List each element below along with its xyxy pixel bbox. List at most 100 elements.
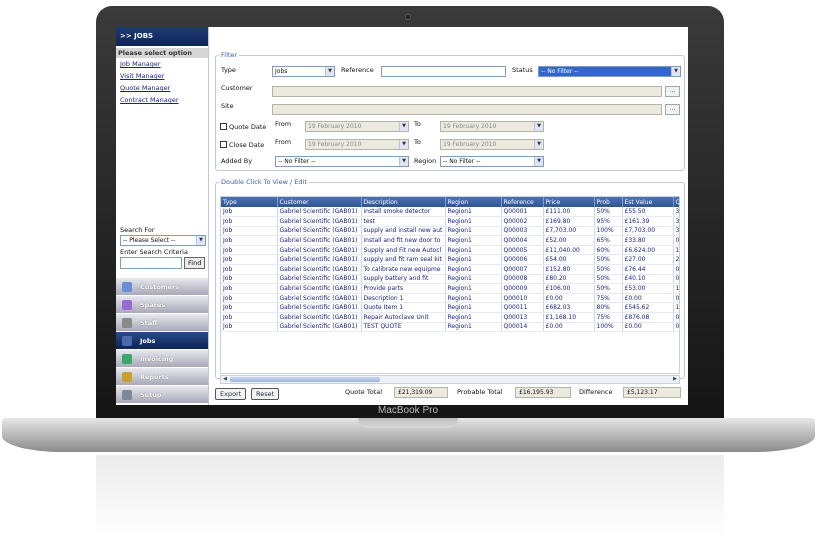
column-header[interactable]: Reference xyxy=(501,197,544,207)
table-cell: £11,040.00 xyxy=(543,245,595,256)
difference-value: £5,123.17 xyxy=(623,387,681,398)
sidebar-header: >> JOBS xyxy=(116,27,208,46)
chevron-down-icon[interactable]: ▼ xyxy=(325,67,334,76)
type-select[interactable]: Jobs ▼ xyxy=(272,66,335,77)
search-for-label: Search For xyxy=(120,226,155,234)
sidebar-link[interactable]: Quote Manager xyxy=(116,82,208,94)
region-select[interactable]: -- No Filter -- ▼ xyxy=(440,156,544,167)
scrollbar-thumb[interactable] xyxy=(230,377,380,382)
wrench-icon xyxy=(122,299,132,310)
export-button[interactable]: Export xyxy=(215,388,247,400)
sidebar-link[interactable]: Visit Manager xyxy=(116,70,208,82)
chevron-down-icon[interactable]: ▼ xyxy=(671,67,680,76)
table-cell: To calibrate new equipme xyxy=(361,264,446,275)
close-from-date[interactable]: 19 February 2010 ▼ xyxy=(305,139,409,150)
chevron-down-icon[interactable]: ▼ xyxy=(399,140,408,149)
table-cell: Q00010 xyxy=(501,293,544,304)
chevron-down-icon[interactable]: ▼ xyxy=(534,122,543,131)
scroll-left-icon[interactable]: ◀ xyxy=(221,376,229,383)
find-button[interactable]: Find xyxy=(184,257,206,269)
quote-to-date[interactable]: 19 February 2010 ▼ xyxy=(440,121,544,132)
table-row[interactable]: Job Gabriel Scientific (GAB01) Provide par… xyxy=(221,283,679,294)
search-for-select[interactable]: -- Please Select -- ▼ xyxy=(120,235,206,246)
close-date-checkbox[interactable] xyxy=(220,141,227,148)
sidebar-nav-jobs[interactable]: Jobs xyxy=(116,332,208,350)
reference-label: Reference xyxy=(341,66,374,74)
sidebar-nav-setup[interactable]: Setup xyxy=(116,386,208,404)
column-header[interactable]: Price xyxy=(543,197,595,207)
sidebar-link[interactable]: Contract Manager xyxy=(116,94,208,106)
column-header[interactable]: Prob xyxy=(594,197,623,207)
horizontal-scrollbar[interactable]: ◀ ▶ xyxy=(220,375,680,384)
customer-field[interactable] xyxy=(272,86,662,97)
sidebar-nav-spares[interactable]: Spares xyxy=(116,296,208,314)
table-cell: 12 xyxy=(673,283,679,294)
close-date-label: Close Date xyxy=(229,141,265,149)
reference-input[interactable] xyxy=(381,66,506,77)
table-row[interactable]: Job Gabriel Scientific (GAB01) TEST QUOTE R… xyxy=(221,322,679,333)
table-row[interactable]: Job Gabriel Scientific (GAB01) install and… xyxy=(221,235,679,246)
sidebar-nav-invoicing[interactable]: Invoicing xyxy=(116,350,208,368)
chevron-down-icon[interactable]: ▼ xyxy=(534,157,543,166)
table-cell: £80.20 xyxy=(543,274,595,285)
reset-button[interactable]: Reset xyxy=(251,388,280,400)
table-row[interactable]: Job Gabriel Scientific (GAB01) Repair Auto… xyxy=(221,312,679,323)
table-row[interactable]: Job Gabriel Scientific (GAB01) Supply and … xyxy=(221,245,679,256)
difference-label: Difference xyxy=(579,388,613,396)
table-row[interactable]: Job Gabriel Scientific (GAB01) supply batt… xyxy=(221,274,679,285)
sidebar-nav-staff[interactable]: Staff xyxy=(116,314,208,332)
quote-total-label: Quote Total xyxy=(345,388,383,396)
results-grid[interactable]: Type Customer Description Region Reference Pr… xyxy=(220,196,680,374)
table-row[interactable]: Job Gabriel Scientific (GAB01) test Region1… xyxy=(221,216,679,227)
quote-date-label: Quote Date xyxy=(229,123,267,131)
sidebar-nav-customers[interactable]: Customers xyxy=(116,278,208,296)
table-cell: 75% xyxy=(594,312,623,323)
sidebar-link[interactable]: Job Manager xyxy=(116,58,208,70)
table-row[interactable]: Job Gabriel Scientific (GAB01) Description… xyxy=(221,293,679,304)
status-select[interactable]: -- No Filter -- ▼ xyxy=(538,66,681,77)
column-header[interactable]: Region xyxy=(445,197,502,207)
table-cell: Q00013 xyxy=(501,312,544,323)
close-to-date[interactable]: 19 February 2010 ▼ xyxy=(440,139,544,150)
quote-to-label: To xyxy=(414,120,421,128)
column-header[interactable]: Q xyxy=(673,197,679,207)
table-cell: Job xyxy=(221,216,278,227)
table-row[interactable]: Job Gabriel Scientific (GAB01) To calibrat… xyxy=(221,264,679,275)
sidebar: >> JOBS Please select option Job Manager… xyxy=(116,27,209,405)
search-input[interactable] xyxy=(120,257,182,269)
column-header[interactable]: Customer xyxy=(277,197,362,207)
site-lookup-button[interactable]: ... xyxy=(665,104,680,115)
table-cell: 100% xyxy=(594,226,623,237)
column-header[interactable]: Description xyxy=(361,197,446,207)
table-cell: Job xyxy=(221,293,278,304)
chevron-down-icon[interactable]: ▼ xyxy=(534,140,543,149)
table-cell: install smoke detector xyxy=(361,207,446,218)
column-header[interactable]: Type xyxy=(221,197,278,207)
quote-date-checkbox[interactable] xyxy=(220,123,227,130)
quote-from-date[interactable]: 19 February 2010 ▼ xyxy=(305,121,409,132)
chevron-down-icon[interactable]: ▼ xyxy=(399,122,408,131)
table-cell: Gabriel Scientific (GAB01) xyxy=(277,226,362,237)
column-header[interactable]: Est Value xyxy=(622,197,674,207)
table-cell: supply and install new aut xyxy=(361,226,446,237)
results-legend: Double Click To View / Edit xyxy=(221,178,307,186)
scroll-right-icon[interactable]: ▶ xyxy=(671,376,679,383)
table-cell: Job xyxy=(221,207,278,218)
table-row[interactable]: Job Gabriel Scientific (GAB01) supply and … xyxy=(221,254,679,266)
sidebar-nav-reports[interactable]: Reports xyxy=(116,368,208,386)
laptop-reflection xyxy=(96,455,724,537)
chevron-down-icon[interactable]: ▼ xyxy=(196,236,205,245)
table-row[interactable]: Job Gabriel Scientific (GAB01) Quote Item … xyxy=(221,302,679,314)
sidebar-nav-label: Staff xyxy=(140,318,158,327)
gear-icon xyxy=(122,389,132,400)
site-field[interactable] xyxy=(272,104,662,115)
customer-lookup-button[interactable]: ... xyxy=(665,86,680,97)
chevron-down-icon[interactable]: ▼ xyxy=(399,157,408,166)
table-cell: Job xyxy=(221,254,278,266)
table-row[interactable]: Job Gabriel Scientific (GAB01) supply and … xyxy=(221,226,679,237)
main-panel: Filter Type Jobs ▼ Reference Status -- N… xyxy=(213,27,688,405)
table-row[interactable]: Job Gabriel Scientific (GAB01) install smo… xyxy=(221,207,679,218)
table-cell: 65% xyxy=(594,235,623,246)
status-value: -- No Filter -- xyxy=(541,68,579,75)
added-by-select[interactable]: -- No Filter -- ▼ xyxy=(275,156,409,167)
